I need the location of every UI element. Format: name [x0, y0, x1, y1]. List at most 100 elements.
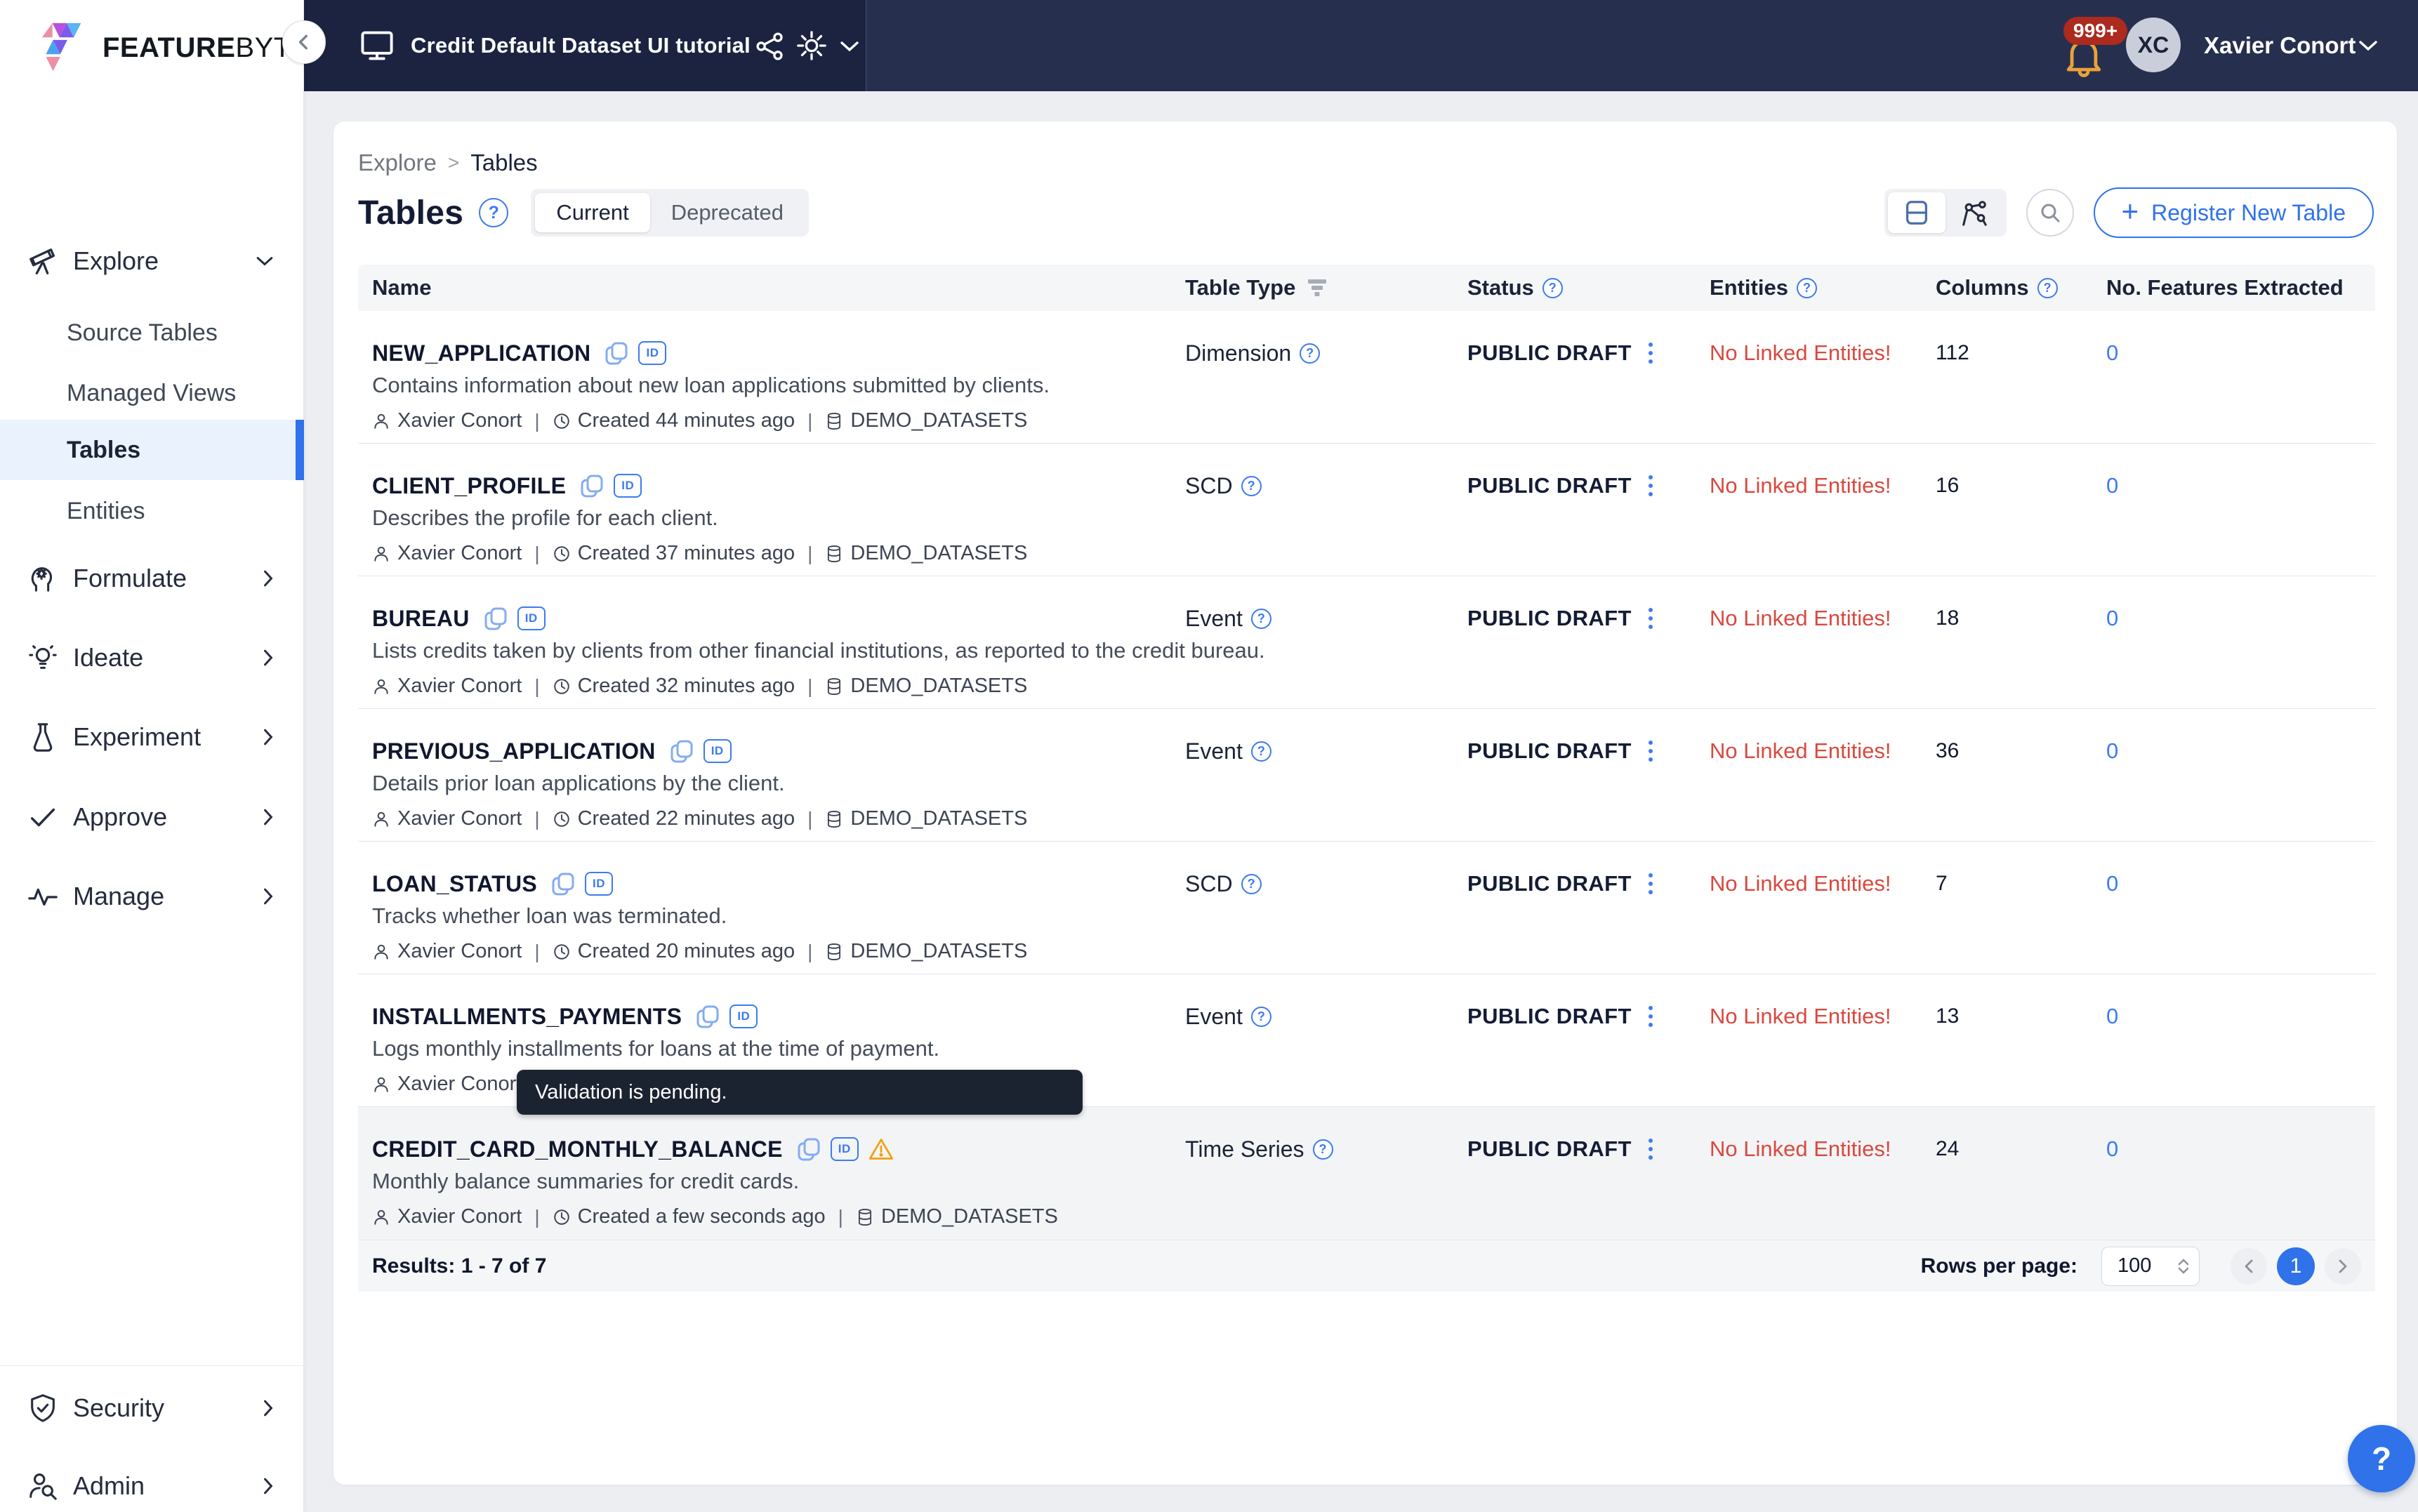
copy-icon[interactable] [551, 872, 575, 896]
table-name[interactable]: BUREAU [372, 606, 470, 632]
kebab-menu-icon[interactable] [1646, 870, 1656, 897]
features-count-link[interactable]: 0 [2106, 606, 2118, 631]
sidebar-item-managed-views[interactable]: Managed Views [0, 373, 304, 413]
notifications-bell[interactable]: 999+ [2059, 17, 2122, 80]
page-help-icon[interactable]: ? [479, 198, 508, 227]
entities-warning[interactable]: No Linked Entities! [1710, 738, 1891, 764]
name-icons: ID [580, 474, 642, 498]
table-name[interactable]: CLIENT_PROFILE [372, 473, 566, 499]
previous-page-button[interactable] [2231, 1248, 2267, 1285]
table-row[interactable]: BUREAU ID Lists credits taken by clients… [358, 576, 2375, 709]
table-name[interactable]: INSTALLMENTS_PAYMENTS [372, 1004, 682, 1030]
features-count-link[interactable]: 0 [2106, 340, 2118, 366]
kebab-menu-icon[interactable] [1646, 1003, 1656, 1030]
chevron-right-icon [262, 807, 275, 827]
graph-view-button[interactable] [1945, 192, 2003, 233]
features-count-link[interactable]: 0 [2106, 871, 2118, 896]
kebab-menu-icon[interactable] [1646, 605, 1656, 632]
type-help-icon[interactable]: ? [1251, 1007, 1271, 1027]
sidebar-item-tables[interactable]: Tables [0, 420, 304, 480]
id-icon[interactable]: ID [703, 739, 732, 763]
copy-icon[interactable] [604, 341, 628, 365]
tab-deprecated[interactable]: Deprecated [650, 193, 805, 232]
id-icon[interactable]: ID [729, 1004, 758, 1028]
table-name[interactable]: PREVIOUS_APPLICATION [372, 738, 656, 764]
kebab-menu-icon[interactable] [1646, 340, 1656, 366]
columns-cell: 13 [1936, 1001, 1959, 1032]
filter-icon[interactable] [1308, 278, 1326, 298]
user-chevron-down-icon[interactable] [2358, 39, 2379, 53]
entities-warning[interactable]: No Linked Entities! [1710, 1136, 1891, 1162]
clock-icon [553, 943, 571, 961]
table-row[interactable]: PREVIOUS_APPLICATION ID Details prior lo… [358, 709, 2375, 842]
copy-icon[interactable] [797, 1137, 821, 1161]
sidebar-item-approve[interactable]: Approve [0, 795, 304, 840]
entities-warning[interactable]: No Linked Entities! [1710, 473, 1891, 498]
sidebar-item-formulate[interactable]: Formulate [0, 556, 304, 601]
project-chevron-down-icon[interactable] [839, 39, 860, 53]
features-count-link[interactable]: 0 [2106, 738, 2118, 764]
table-name[interactable]: NEW_APPLICATION [372, 340, 590, 366]
avatar[interactable]: XC [2126, 18, 2181, 72]
current-page-button[interactable]: 1 [2277, 1247, 2315, 1285]
features-count-link[interactable]: 0 [2106, 1136, 2118, 1162]
entities-warning[interactable]: No Linked Entities! [1710, 1004, 1891, 1029]
id-icon[interactable]: ID [585, 872, 613, 896]
sidebar-item-security[interactable]: Security [0, 1386, 304, 1431]
register-new-table-button[interactable]: + Register New Table [2094, 187, 2374, 238]
table-name[interactable]: CREDIT_CARD_MONTHLY_BALANCE [372, 1136, 783, 1162]
table-view-button[interactable] [1888, 192, 1945, 233]
table-name[interactable]: LOAN_STATUS [372, 871, 537, 897]
sidebar-item-experiment[interactable]: Experiment [0, 715, 304, 760]
copy-icon[interactable] [580, 474, 604, 498]
search-button[interactable] [2026, 189, 2074, 237]
sidebar-item-manage[interactable]: Manage [0, 874, 304, 919]
separator: | [807, 808, 812, 830]
sidebar-item-source-tables[interactable]: Source Tables [0, 313, 304, 352]
entities-warning[interactable]: No Linked Entities! [1710, 871, 1891, 896]
copy-icon[interactable] [696, 1004, 720, 1028]
gear-icon[interactable] [795, 29, 828, 62]
catalog-name: DEMO_DATASETS [850, 675, 1027, 698]
id-icon[interactable]: ID [638, 341, 666, 365]
type-help-icon[interactable]: ? [1300, 343, 1320, 364]
chevron-right-icon [262, 1476, 275, 1496]
table-row[interactable]: NEW_APPLICATION ID Contains information … [358, 311, 2375, 444]
entities-warning[interactable]: No Linked Entities! [1710, 606, 1891, 631]
type-help-icon[interactable]: ? [1251, 609, 1271, 629]
separator: | [534, 675, 539, 698]
sidebar-collapse-button[interactable] [282, 20, 326, 64]
breadcrumb-parent[interactable]: Explore [358, 150, 437, 176]
type-help-icon[interactable]: ? [1251, 741, 1271, 762]
sidebar-item-explore[interactable]: Explore [0, 239, 304, 284]
features-count-link[interactable]: 0 [2106, 1004, 2118, 1029]
sidebar-item-entities[interactable]: Entities [0, 491, 304, 531]
entities-warning[interactable]: No Linked Entities! [1710, 340, 1891, 366]
type-help-icon[interactable]: ? [1313, 1139, 1333, 1160]
user-name[interactable]: Xavier Conort [2204, 0, 2356, 91]
entities-help-icon[interactable]: ? [1797, 278, 1817, 298]
type-help-icon[interactable]: ? [1241, 476, 1262, 496]
id-icon[interactable]: ID [517, 606, 546, 630]
next-page-button[interactable] [2325, 1248, 2361, 1285]
help-fab[interactable]: ? [2348, 1425, 2415, 1492]
table-row[interactable]: CREDIT_CARD_MONTHLY_BALANCE ID Monthly b… [358, 1107, 2375, 1240]
kebab-menu-icon[interactable] [1646, 1136, 1656, 1162]
sidebar-item-admin[interactable]: Admin [0, 1464, 304, 1508]
tab-current[interactable]: Current [535, 193, 649, 232]
sidebar-item-ideate[interactable]: Ideate [0, 635, 304, 680]
copy-icon[interactable] [484, 606, 508, 630]
table-row[interactable]: CLIENT_PROFILE ID Describes the profile … [358, 444, 2375, 576]
id-icon[interactable]: ID [614, 474, 642, 498]
copy-icon[interactable] [670, 739, 694, 763]
kebab-menu-icon[interactable] [1646, 738, 1656, 764]
table-row[interactable]: LOAN_STATUS ID Tracks whether loan was t… [358, 842, 2375, 974]
type-help-icon[interactable]: ? [1241, 874, 1262, 894]
kebab-menu-icon[interactable] [1646, 472, 1656, 499]
features-count-link[interactable]: 0 [2106, 473, 2118, 498]
share-icon[interactable] [755, 31, 786, 62]
status-help-icon[interactable]: ? [1542, 278, 1563, 298]
columns-help-icon[interactable]: ? [2037, 278, 2058, 298]
id-icon[interactable]: ID [831, 1137, 859, 1161]
rows-per-page-select[interactable]: 100 [2101, 1247, 2200, 1286]
